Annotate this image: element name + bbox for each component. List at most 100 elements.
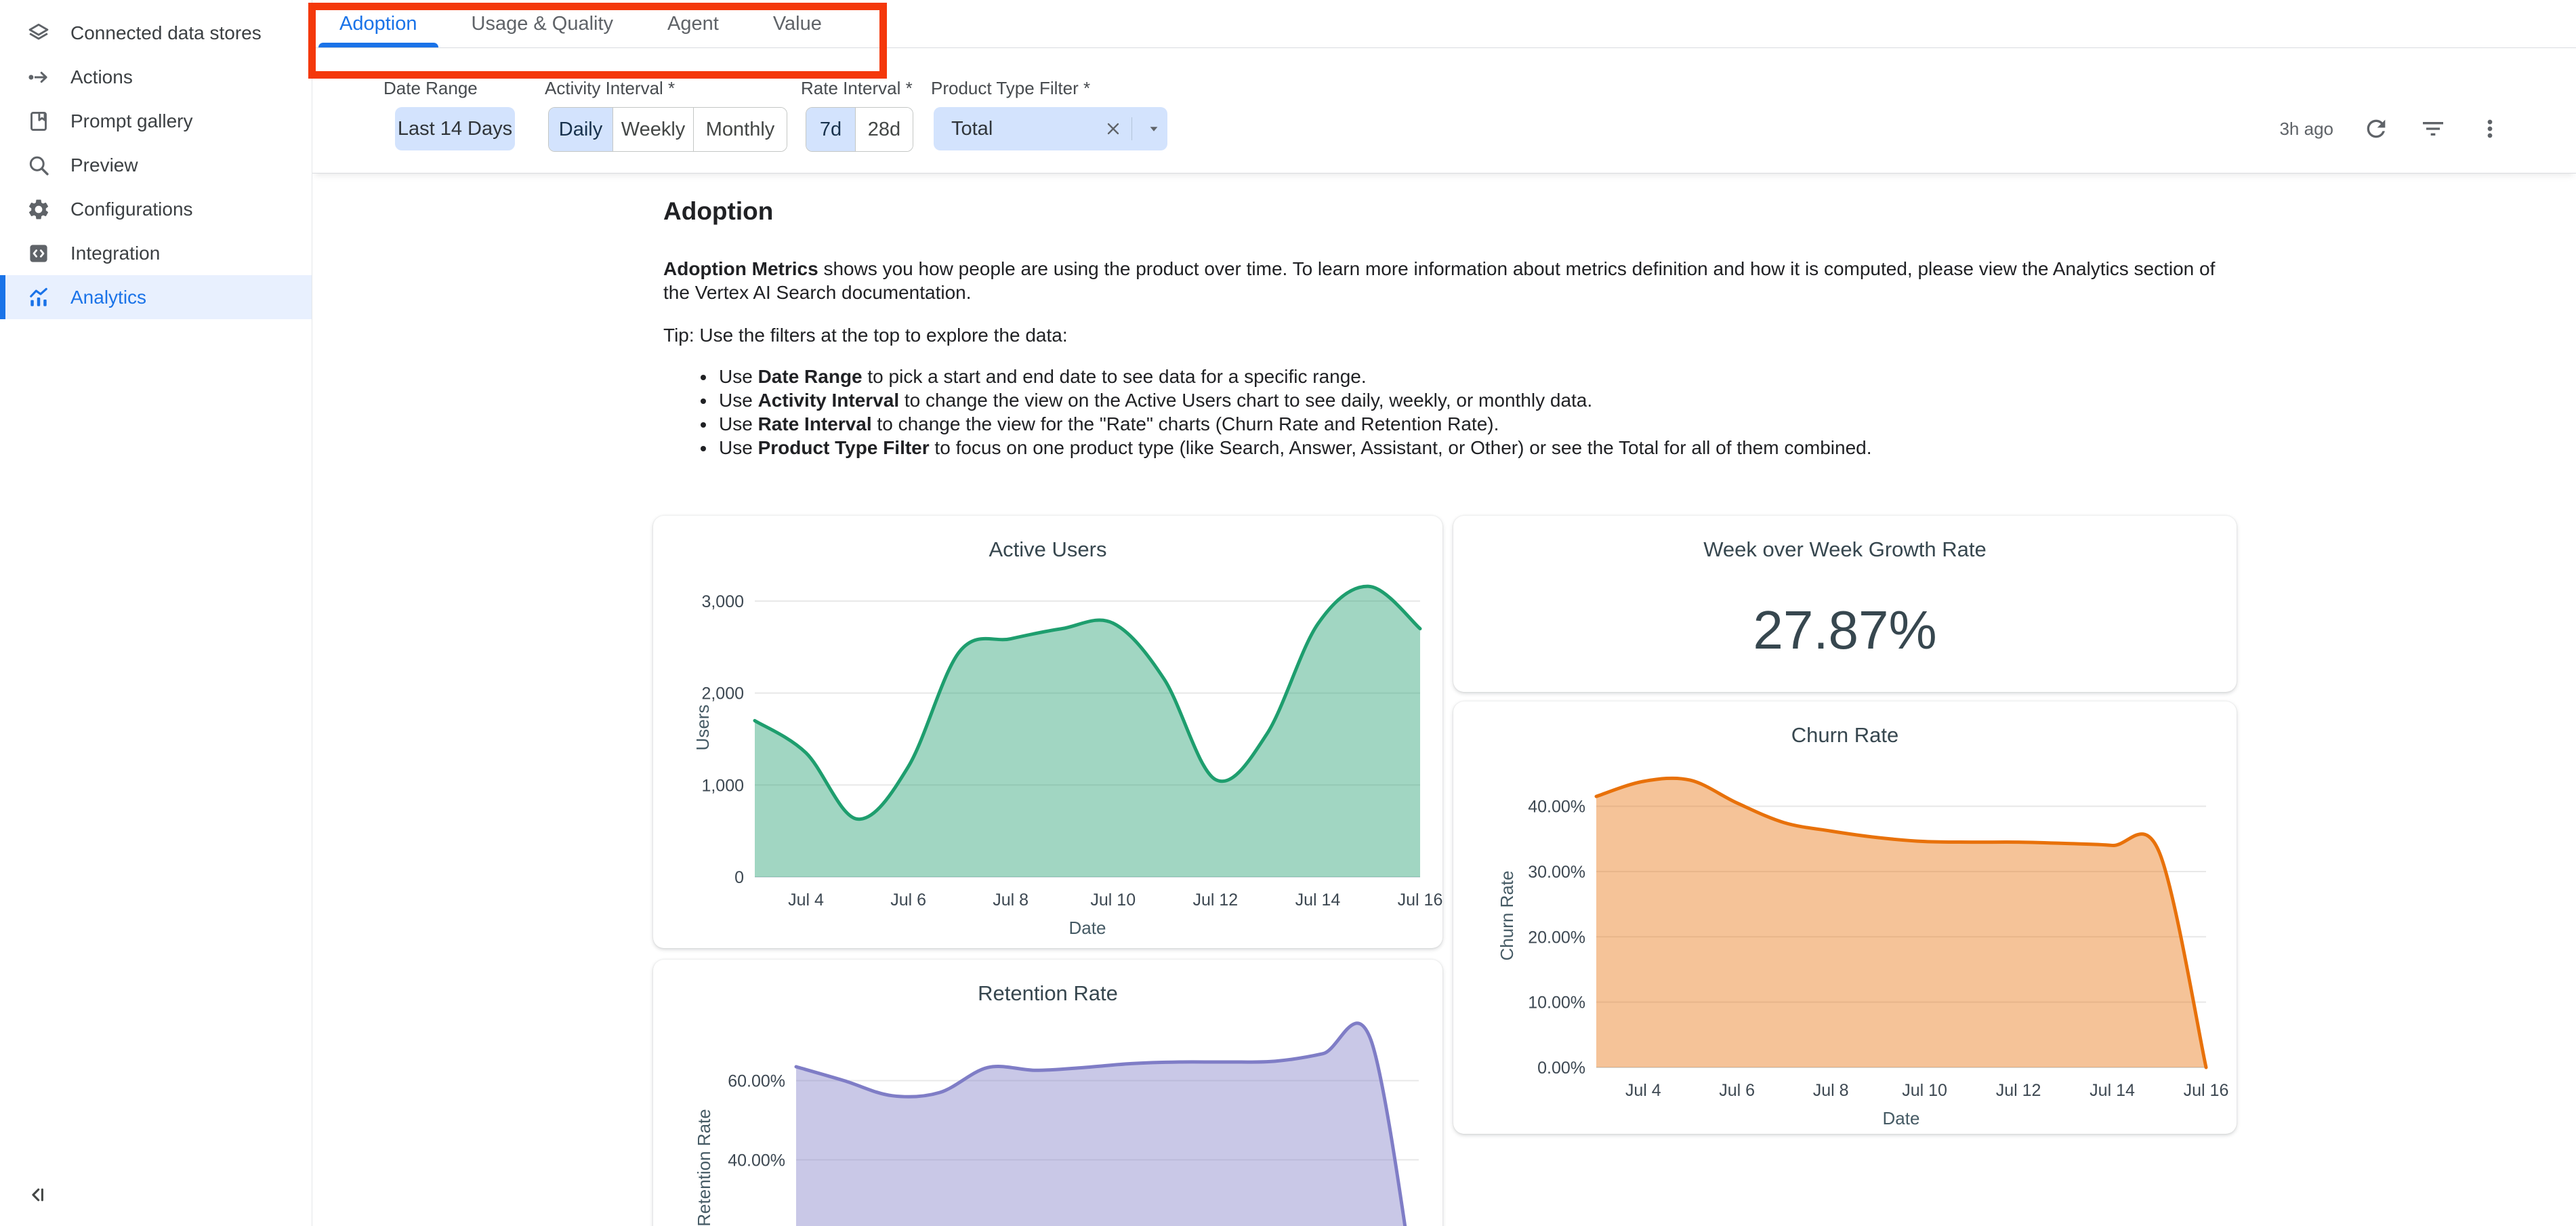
bullet-pre: Use [719, 390, 758, 411]
churn-rate-chart: 0.00%10.00%20.00%30.00%40.00%Jul 4Jul 6J… [1453, 701, 2237, 1134]
date-range-label: Date Range [383, 78, 478, 99]
activity-option-weekly[interactable]: Weekly [613, 108, 694, 151]
clear-icon[interactable] [1102, 117, 1125, 140]
stat-wrap: 27.87% [1453, 569, 2237, 692]
sidebar-item-label: Prompt gallery [70, 110, 193, 132]
sidebar-item-configurations[interactable]: Configurations [0, 187, 312, 231]
x-tick-label: Jul 6 [1719, 1081, 1755, 1100]
x-tick-label: Jul 8 [993, 891, 1029, 910]
activity-interval-label: Activity Interval * [545, 78, 675, 99]
y-tick-label: 60.00% [728, 1071, 785, 1090]
sidebar-item-prompt-gallery[interactable]: Prompt gallery [0, 99, 312, 143]
tab-label: Usage & Quality [472, 13, 614, 35]
y-axis-title: Churn Rate [1497, 871, 1517, 961]
filter-icon[interactable] [2419, 115, 2447, 143]
sidebar-item-label: Preview [70, 155, 138, 176]
sidebar-item-integration[interactable]: Integration [0, 231, 312, 275]
sidebar: Connected data stores Actions Prompt gal… [0, 0, 312, 1226]
sidebar-item-label: Configurations [70, 199, 193, 220]
rate-option-7d[interactable]: 7d [806, 108, 856, 151]
sidebar-item-analytics[interactable]: Analytics [0, 275, 312, 319]
x-tick-label: Jul 10 [1902, 1081, 1947, 1100]
x-tick-label: Jul 14 [2090, 1081, 2135, 1100]
analytics-icon [26, 285, 51, 310]
last-refreshed-text: 3h ago [2279, 119, 2333, 140]
activity-option-daily[interactable]: Daily [549, 108, 613, 151]
gear-icon [26, 197, 51, 222]
x-tick-label: Jul 6 [890, 891, 926, 910]
option-label: Daily [559, 119, 602, 141]
bullet-rest: to pick a start and end date to see data… [863, 366, 1367, 387]
bullet-term: Rate Interval [758, 413, 872, 434]
sidebar-item-preview[interactable]: Preview [0, 143, 312, 187]
activity-option-monthly[interactable]: Monthly [694, 108, 787, 151]
x-axis-title: Date [1883, 1108, 1920, 1128]
list-item: Use Activity Interval to change the view… [716, 388, 2274, 412]
tab-agent[interactable]: Agent [640, 0, 746, 47]
tab-adoption[interactable]: Adoption [312, 0, 444, 47]
chevron-down-icon[interactable] [1140, 117, 1167, 140]
x-tick-label: Jul 8 [1813, 1081, 1849, 1100]
chart-title: Week over Week Growth Rate [1453, 537, 2237, 562]
x-tick-label: Jul 12 [1192, 891, 1238, 910]
actions-icon [26, 64, 51, 90]
sidebar-item-label: Analytics [70, 287, 146, 308]
y-tick-label: 2,000 [701, 684, 744, 703]
y-tick-label: 0 [734, 868, 744, 887]
bullet-pre: Use [719, 413, 758, 434]
sidebar-nav: Connected data stores Actions Prompt gal… [0, 0, 312, 319]
product-type-dropdown[interactable]: Total [934, 107, 1167, 150]
tab-usage-quality[interactable]: Usage & Quality [444, 0, 641, 47]
option-label: Monthly [706, 119, 775, 141]
bullet-pre: Use [719, 437, 758, 458]
active-users-chart: 01,0002,0003,000Jul 4Jul 6Jul 8Jul 10Jul… [653, 516, 1442, 948]
more-vert-icon[interactable] [2476, 115, 2504, 143]
list-item: Use Date Range to pick a start and end d… [716, 365, 2274, 388]
y-tick-label: 10.00% [1528, 994, 1585, 1013]
tab-label: Agent [667, 13, 719, 35]
date-range-button[interactable]: Last 14 Days [395, 107, 515, 150]
x-axis-title: Date [1069, 918, 1106, 938]
y-tick-label: 1,000 [701, 776, 744, 795]
sidebar-item-actions[interactable]: Actions [0, 55, 312, 99]
data-stores-icon [26, 20, 51, 46]
x-tick-label: Jul 14 [1295, 891, 1341, 910]
x-tick-label: Jul 4 [1625, 1081, 1661, 1100]
option-label: 7d [820, 119, 842, 141]
activity-interval-segmented: Daily Weekly Monthly [548, 107, 787, 152]
active-users-card: Active Users 01,0002,0003,000Jul 4Jul 6J… [653, 516, 1442, 948]
tip-line: Tip: Use the filters at the top to explo… [663, 323, 2576, 347]
bullet-term: Product Type Filter [758, 437, 930, 458]
search-icon [26, 152, 51, 178]
list-item: Use Product Type Filter to focus on one … [716, 436, 2274, 459]
retention-rate-card: Retention Rate 0.00%20.00%40.00%60.00%Ju… [653, 960, 1442, 1226]
rate-option-28d[interactable]: 28d [856, 108, 913, 151]
bullet-rest: to focus on one product type (like Searc… [930, 437, 1872, 458]
bullet-term: Date Range [758, 366, 863, 387]
bullet-term: Activity Interval [758, 390, 900, 411]
sidebar-item-label: Connected data stores [70, 22, 262, 44]
list-item: Use Rate Interval to change the view for… [716, 412, 2274, 436]
sidebar-item-label: Actions [70, 66, 133, 88]
sidebar-item-connected-data-stores[interactable]: Connected data stores [0, 11, 312, 55]
tab-value[interactable]: Value [746, 0, 849, 47]
intro-bold: Adoption Metrics [663, 258, 818, 279]
option-label: Weekly [621, 119, 686, 141]
product-type-label: Product Type Filter * [931, 78, 1090, 99]
y-axis-title: Retention Rate [694, 1109, 714, 1226]
refresh-toolbar: 3h ago [2279, 107, 2504, 150]
y-tick-label: 30.00% [1528, 863, 1585, 882]
y-tick-label: 40.00% [1528, 798, 1585, 817]
x-tick-label: Jul 4 [788, 891, 824, 910]
area-fill [1596, 778, 2206, 1067]
main-area: Adoption Usage & Quality Agent Value Dat… [312, 0, 2576, 1226]
rate-interval-label: Rate Interval * [801, 78, 913, 99]
collapse-sidebar-button[interactable] [23, 1180, 53, 1210]
x-tick-label: Jul 16 [2184, 1081, 2229, 1100]
tab-bar: Adoption Usage & Quality Agent Value [312, 0, 2576, 48]
refresh-icon[interactable] [2362, 115, 2390, 143]
filter-bar: Date Range Last 14 Days Activity Interva… [312, 48, 2576, 173]
code-icon [26, 241, 51, 266]
intro-paragraph: Adoption Metrics shows you how people ar… [663, 257, 2222, 304]
area-fill [755, 586, 1420, 877]
